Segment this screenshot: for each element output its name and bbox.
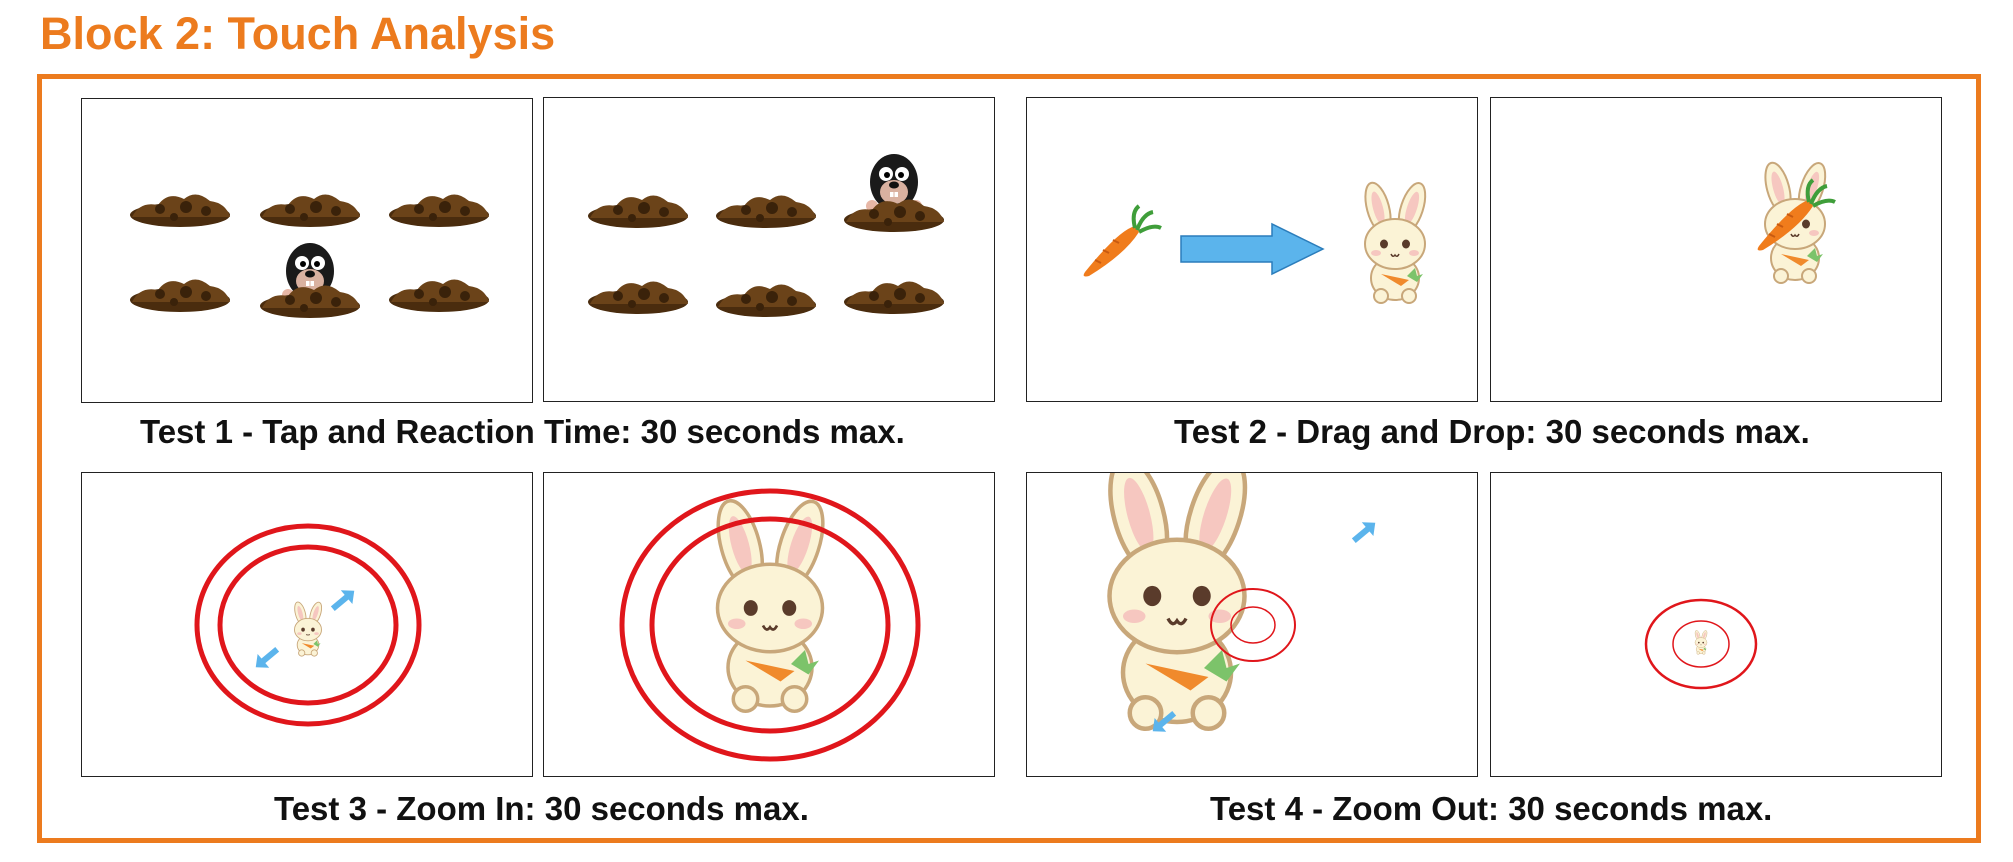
dirt-mound xyxy=(588,281,688,314)
dirt-mound xyxy=(130,194,230,227)
dirt-mound xyxy=(844,199,944,232)
pinch-arrow-icon xyxy=(327,583,361,616)
test2-caption: Test 2 - Drag and Drop: 30 seconds max. xyxy=(1174,413,1810,450)
test1-panel-mole-upper xyxy=(543,97,995,402)
dirt-mound xyxy=(389,194,489,227)
test3-caption: Test 3 - Zoom In: 30 seconds max. xyxy=(274,790,809,827)
test1-panel-mole-lower xyxy=(81,98,533,403)
bunny-icon xyxy=(1359,178,1432,304)
test4-panel-zoomed-out xyxy=(1490,472,1942,777)
bunny-icon xyxy=(1100,473,1257,729)
dirt-mound xyxy=(716,284,816,317)
pinch-arrow-icon xyxy=(249,642,283,675)
test2-panel-drag xyxy=(1026,97,1478,402)
test4-panel-large-bunny xyxy=(1026,472,1478,777)
carrot-icon xyxy=(1081,204,1163,279)
pinch-arrow-icon xyxy=(1348,515,1382,548)
dirt-mound xyxy=(130,279,230,312)
test1-caption: Test 1 - Tap and Reaction Time: 30 secon… xyxy=(140,413,905,450)
test2-panel-drop xyxy=(1490,97,1942,402)
bunny-icon xyxy=(292,600,325,657)
test4-caption: Test 4 - Zoom Out: 30 seconds max. xyxy=(1210,790,1773,827)
dirt-mound xyxy=(844,281,944,314)
page-title: Block 2: Touch Analysis xyxy=(40,8,556,59)
test3-panel-small-bunny xyxy=(81,472,533,777)
dirt-mound xyxy=(716,195,816,228)
test3-panel-zoomed-in xyxy=(543,472,995,777)
dirt-mound xyxy=(260,194,360,227)
bunny-icon xyxy=(1693,629,1709,655)
dirt-mound xyxy=(260,285,360,318)
dirt-mound xyxy=(389,279,489,312)
drag-arrow-icon xyxy=(1180,222,1325,276)
dirt-mound xyxy=(588,195,688,228)
